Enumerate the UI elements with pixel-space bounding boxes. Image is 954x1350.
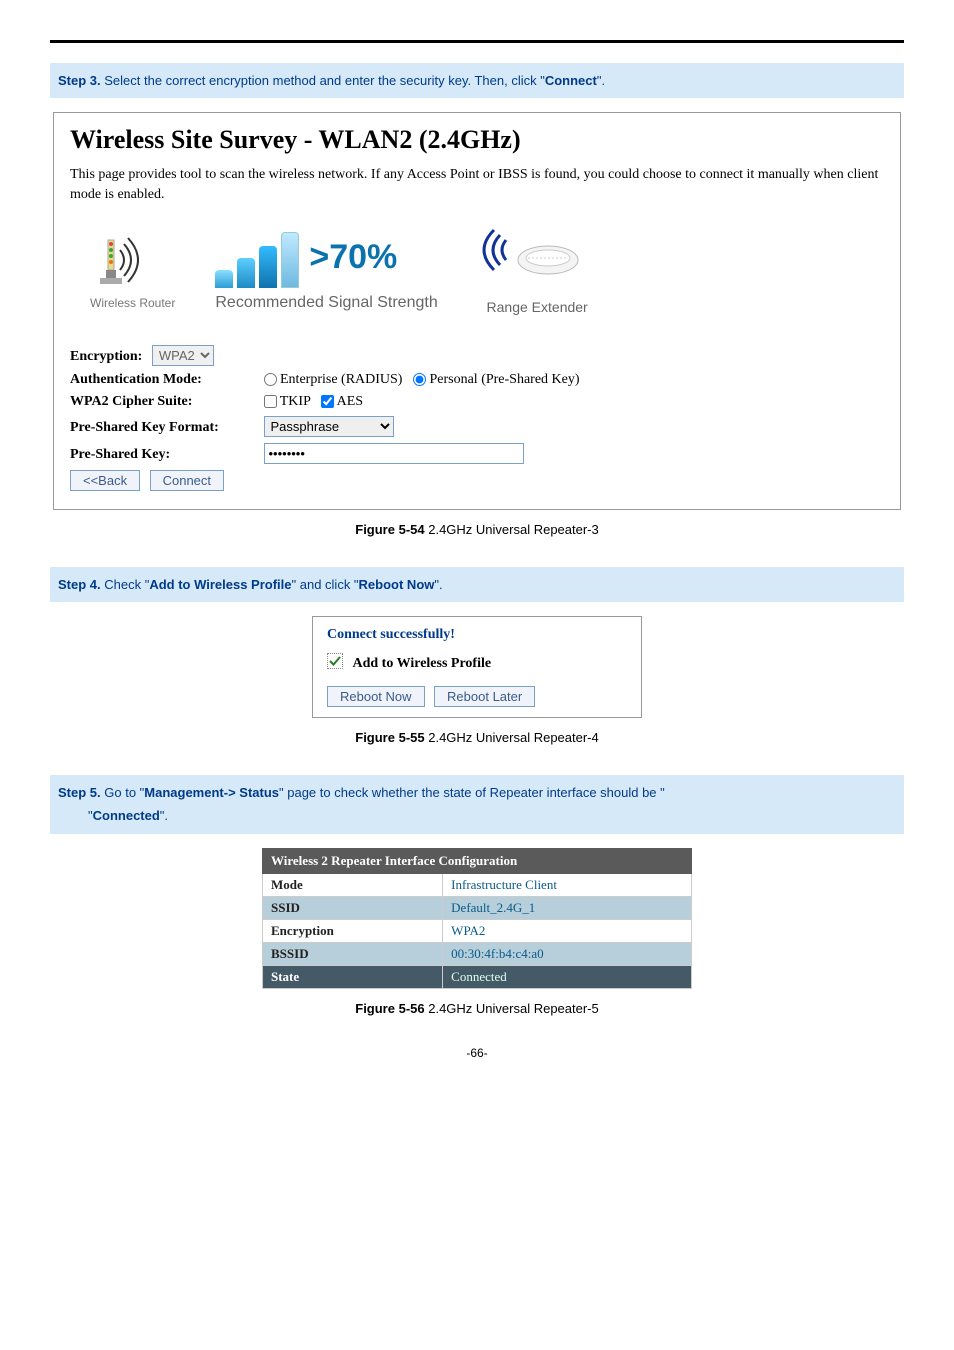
step3-label: Step 3. [58, 73, 101, 88]
reboot-now-button[interactable]: Reboot Now [327, 686, 425, 707]
signal-caption: Recommended Signal Strength [215, 294, 437, 312]
status-ssid-val: Default_2.4G_1 [443, 896, 692, 919]
step3-text-b: ". [597, 73, 605, 88]
status-mode-val: Infrastructure Client [443, 873, 692, 896]
step5-box: Step 5. Go to "Management-> Status" page… [50, 775, 904, 834]
step3-text-a: Select the correct encryption method and… [104, 73, 545, 88]
status-ssid-key: SSID [263, 896, 443, 919]
connect-button[interactable]: Connect [150, 470, 224, 491]
extender-label: Range Extender [478, 299, 588, 315]
step4-label: Step 4. [58, 577, 101, 592]
figure-5-54-caption: Figure 5-54 2.4GHz Universal Repeater-3 [50, 522, 904, 537]
cipher-tkip-label: TKIP [280, 394, 311, 409]
psk-label: Pre-Shared Key: [70, 447, 260, 463]
survey-title: Wireless Site Survey - WLAN2 (2.4GHz) [70, 125, 884, 155]
signal-diagram: Wireless Router >70% Recommended Signal … [70, 225, 884, 315]
auth-enterprise-radio[interactable] [264, 373, 277, 386]
status-enc-key: Encryption [263, 919, 443, 942]
step5-text-c: ". [160, 808, 168, 823]
step5-bold1: Management-> Status [144, 785, 279, 800]
cipher-tkip-checkbox[interactable] [264, 395, 277, 408]
top-rule [50, 40, 904, 43]
auth-personal-radio[interactable] [413, 373, 426, 386]
step5-label: Step 5. [58, 785, 101, 800]
cipher-label: WPA2 Cipher Suite: [70, 394, 260, 410]
button-row: <<Back Connect [70, 470, 884, 491]
cipher-row: WPA2 Cipher Suite: TKIP AES [70, 394, 884, 410]
signal-percent: >70% [309, 238, 397, 277]
survey-panel: Wireless Site Survey - WLAN2 (2.4GHz) Th… [53, 112, 901, 509]
auth-enterprise-label: Enterprise (RADIUS) [280, 372, 402, 387]
step4-bold2: Reboot Now [359, 577, 435, 592]
status-mode-key: Mode [263, 873, 443, 896]
step4-box: Step 4. Check "Add to Wireless Profile" … [50, 567, 904, 602]
connect-success-box: Connect successfully! Add to Wireless Pr… [312, 616, 642, 718]
extender-icon [478, 225, 588, 295]
step5-text-b: " page to check whether the state of Rep… [279, 785, 665, 800]
signal-bars-icon [215, 228, 299, 288]
step4-text-b: " and click " [292, 577, 359, 592]
step4-text-c: ". [434, 577, 442, 592]
cipher-aes-label: AES [337, 394, 363, 409]
auth-row: Authentication Mode: Enterprise (RADIUS)… [70, 372, 884, 388]
psk-format-row: Pre-Shared Key Format: Passphrase [70, 416, 884, 437]
figure-5-55-caption: Figure 5-55 2.4GHz Universal Repeater-4 [50, 730, 904, 745]
step4-text-a: Check " [104, 577, 149, 592]
reboot-later-button[interactable]: Reboot Later [434, 686, 535, 707]
status-state-key: State [263, 965, 443, 988]
psk-row: Pre-Shared Key: [70, 443, 884, 464]
encryption-row: Encryption: WPA2 [70, 345, 884, 366]
psk-format-label: Pre-Shared Key Format: [70, 420, 260, 436]
add-profile-row: Add to Wireless Profile [327, 653, 627, 672]
psk-input[interactable] [264, 443, 524, 464]
page-number: -66- [50, 1046, 904, 1060]
encryption-label: Encryption: [70, 349, 142, 365]
router-label: Wireless Router [90, 296, 175, 310]
router-icon [90, 230, 150, 290]
encryption-select[interactable]: WPA2 [152, 345, 214, 366]
signal-strength-block: >70% Recommended Signal Strength [215, 228, 437, 312]
range-extender-block: Range Extender [478, 225, 588, 315]
step4-bold1: Add to Wireless Profile [149, 577, 291, 592]
auth-label: Authentication Mode: [70, 372, 260, 388]
add-profile-checkbox[interactable] [327, 653, 343, 669]
status-table: Wireless 2 Repeater Interface Configurat… [262, 848, 692, 989]
step3-box: Step 3. Select the correct encryption me… [50, 63, 904, 98]
status-header: Wireless 2 Repeater Interface Configurat… [263, 848, 692, 873]
connect-success-title: Connect successfully! [327, 627, 627, 643]
psk-format-select[interactable]: Passphrase [264, 416, 394, 437]
survey-desc: This page provides tool to scan the wire… [70, 165, 884, 204]
status-bssid-val: 00:30:4f:b4:c4:a0 [443, 942, 692, 965]
step5-bold2: Connected [93, 808, 160, 823]
cipher-aes-checkbox[interactable] [321, 395, 334, 408]
auth-personal-label: Personal (Pre-Shared Key) [429, 372, 579, 387]
status-state-val: Connected [443, 965, 692, 988]
step3-bold: Connect [545, 73, 597, 88]
figure-5-56-caption: Figure 5-56 2.4GHz Universal Repeater-5 [50, 1001, 904, 1016]
status-enc-val: WPA2 [443, 919, 692, 942]
add-profile-label: Add to Wireless Profile [353, 656, 492, 671]
back-button[interactable]: <<Back [70, 470, 140, 491]
status-bssid-key: BSSID [263, 942, 443, 965]
wireless-router-block: Wireless Router [90, 230, 175, 310]
step5-text-a: Go to " [104, 785, 144, 800]
